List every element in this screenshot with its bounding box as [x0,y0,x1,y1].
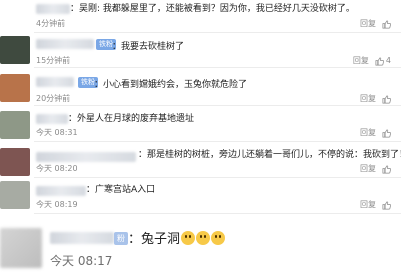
reply-button[interactable]: 回复 [360,200,376,210]
cat-emoji-icon [196,231,211,245]
comment-actions: 回复 [360,19,391,29]
like-count: 4 [385,56,391,65]
comment-actions: 回复 [360,94,391,104]
thumbs-up-icon [382,129,391,137]
reply-button[interactable]: 回复 [360,94,376,104]
divider [34,105,401,106]
comment-actions: 回复 4 [353,56,391,66]
comment-time: 今天 08:19 [36,200,78,209]
fan-badge: 粉 [114,232,128,245]
username-blurred[interactable] [36,114,68,124]
reply-button[interactable]: 回复 [360,19,376,29]
like-button[interactable] [382,95,391,104]
comment-text: ：我要去砍桂树了 [112,42,185,52]
comment-item: 铁粉 ：我要去砍桂树了 15分钟前 回复 4 [0,33,401,68]
thumbs-up-icon [382,20,391,28]
reply-button[interactable]: 回复 [353,56,369,66]
username-blurred[interactable] [36,152,136,162]
thumbs-up-icon [382,165,391,173]
comment-time: 今天 08:20 [36,164,78,173]
username-blurred[interactable] [50,232,114,244]
comment-time: 今天 08:17 [50,254,113,268]
cat-emoji-icon [211,231,226,245]
divider [34,67,401,68]
thumbs-up-icon [382,95,391,103]
comment-text: ：那是桂树的树桩，旁边儿还躺着一哥们儿，不停的说：我砍到了！ [138,150,401,160]
username-blurred[interactable] [36,186,86,196]
comment-actions: 回复 [360,200,391,210]
comment-text: ：小心看到嫦娥约会，玉兔你就危险了 [94,80,248,90]
comment-item: 铁粉 ：小心看到嫦娥约会，玉兔你就危险了 20分钟前 回复 [0,72,401,106]
comment-text: ：吴刚: 我都躲屋里了，还能被看到？因为你，我已经好几天没砍树了。 [70,4,355,14]
comment-actions: 回复 [360,164,391,174]
divider [34,141,401,142]
comment-time: 15分钟前 [36,56,71,65]
reply-button[interactable]: 回复 [360,164,376,174]
like-button[interactable] [382,201,391,210]
divider [34,213,401,214]
comment-text: ：广寒宫站A入口 [86,185,156,195]
like-button[interactable] [382,20,391,29]
comment-item: 粉 ：兔子洞 今天 08:17 [0,222,401,275]
like-button[interactable] [382,165,391,174]
comment-time: 4分钟前 [36,19,66,28]
username-blurred[interactable] [36,4,70,14]
comment-item: ：那是桂树的树桩，旁边儿还躺着一哥们儿，不停的说：我砍到了！ 今天 08:20 … [0,144,401,178]
avatar[interactable] [0,228,42,268]
avatar[interactable] [0,74,30,102]
avatar[interactable] [0,36,30,64]
comment-text: ：兔子洞 [128,231,226,248]
avatar[interactable] [0,111,30,139]
thumbs-up-icon [375,57,384,65]
comment-item: ：外星人在月球的废弃基地遗址 今天 08:31 回复 [0,108,401,142]
username-blurred[interactable] [36,77,74,87]
comment-item: ：广寒宫站A入口 今天 08:19 回复 [0,178,401,214]
cat-emoji-icon [181,231,196,245]
comment-time: 20分钟前 [36,94,71,103]
like-button[interactable]: 4 [375,56,391,66]
avatar[interactable] [0,148,30,176]
like-button[interactable] [382,129,391,138]
reply-button[interactable]: 回复 [360,128,376,138]
username-blurred[interactable] [36,39,94,49]
avatar[interactable] [0,181,30,209]
comment-time: 今天 08:31 [36,128,78,137]
thumbs-up-icon [382,201,391,209]
comment-item: ：吴刚: 我都躲屋里了，还能被看到？因为你，我已经好几天没砍树了。 4分钟前 回… [0,0,401,33]
comment-actions: 回复 [360,128,391,138]
comment-text: ：外星人在月球的废弃基地遗址 [68,114,195,124]
